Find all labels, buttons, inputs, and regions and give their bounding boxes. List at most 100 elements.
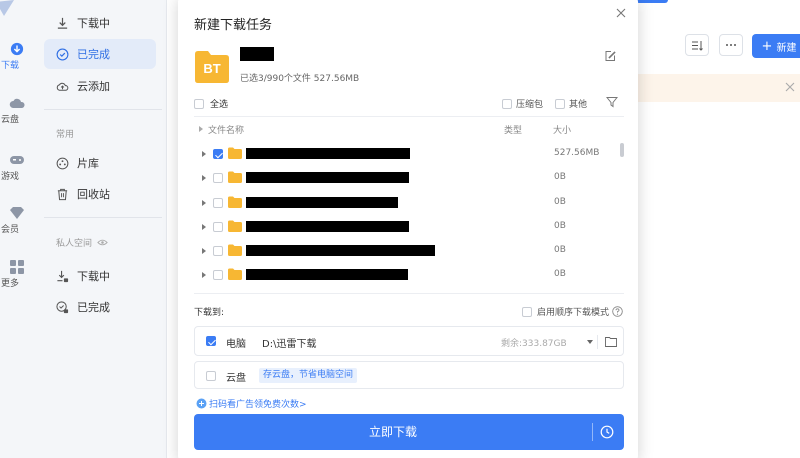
file-checkbox[interactable] xyxy=(213,198,223,208)
filter-compressed-checkbox[interactable] xyxy=(502,98,512,109)
download-path[interactable]: D:\迅雷下载 xyxy=(262,335,316,350)
expand-caret-icon[interactable] xyxy=(202,200,206,206)
nav-item-private-completed[interactable]: 已完成 xyxy=(44,292,156,322)
check-circle-icon xyxy=(56,48,69,60)
expand-caret-icon[interactable] xyxy=(202,248,206,254)
cloud-tag: 存云盘，节省电脑空间 xyxy=(259,368,358,383)
file-checkbox[interactable] xyxy=(213,246,223,256)
lock-check-icon xyxy=(56,300,69,313)
nav-item-completed[interactable]: 已完成 xyxy=(44,39,156,69)
chevron-down-icon[interactable] xyxy=(587,340,593,344)
folder-icon xyxy=(228,196,242,208)
bt-folder-icon: BT xyxy=(194,48,230,84)
nav-divider xyxy=(44,217,162,218)
download-now-button[interactable]: 立即下载 xyxy=(194,414,624,450)
expand-caret-icon[interactable] xyxy=(202,272,206,278)
free-space: 剩余:333.87GB xyxy=(501,339,567,349)
file-size: 527.56MB xyxy=(554,148,600,158)
edit-icon[interactable] xyxy=(604,50,616,62)
scrollbar[interactable] xyxy=(620,143,624,157)
folder-browse-icon[interactable] xyxy=(605,336,617,347)
pc-target-checkbox[interactable] xyxy=(206,336,216,346)
file-name-redacted xyxy=(246,197,398,208)
diamond-icon xyxy=(10,207,24,219)
download-target-pc[interactable]: 电脑 D:\迅雷下载 剩余:333.87GB xyxy=(194,326,624,356)
scan-ad-label: 扫码看广告领免费次数> xyxy=(209,400,307,410)
column-header-type: 类型 xyxy=(504,126,523,136)
filter-compressed[interactable]: 压缩包 xyxy=(502,97,543,110)
file-checkbox[interactable] xyxy=(213,270,223,280)
expand-caret-icon[interactable] xyxy=(202,224,206,230)
rail-item-cloud[interactable]: 云盘 xyxy=(0,96,34,125)
film-reel-icon xyxy=(56,157,69,169)
file-size: 0B xyxy=(554,172,566,182)
download-target-cloud[interactable]: 云盘 存云盘，节省电脑空间 xyxy=(194,361,624,389)
grid-icon xyxy=(10,260,24,274)
more-options-button[interactable] xyxy=(719,34,743,56)
more-dots-icon xyxy=(726,44,736,46)
rail-label: 会员 xyxy=(0,225,19,235)
nav-item-cloud-add[interactable]: 云添加 xyxy=(44,71,156,101)
file-row[interactable]: 0B xyxy=(194,215,614,239)
download-to-label: 下载到: xyxy=(194,308,225,318)
lock-download-icon xyxy=(57,270,69,282)
trash-icon xyxy=(57,188,68,200)
file-checkbox[interactable] xyxy=(213,222,223,232)
sequential-download-option[interactable]: 启用顺序下载模式 xyxy=(522,305,623,318)
rail-item-more[interactable]: 更多 xyxy=(0,260,34,289)
rail-label: 下载 xyxy=(0,61,19,71)
nav-item-downloading[interactable]: 下载中 xyxy=(44,8,156,38)
close-icon[interactable] xyxy=(616,8,626,18)
new-task-button[interactable]: + 新建 xyxy=(752,34,800,58)
select-all-checkbox[interactable] xyxy=(194,98,204,109)
rail-item-vip[interactable]: 会员 xyxy=(0,206,34,235)
nav-item-recycle-bin[interactable]: 回收站 xyxy=(44,179,156,209)
file-row[interactable]: 0B xyxy=(194,263,614,287)
cloud-icon xyxy=(9,98,25,108)
close-icon[interactable] xyxy=(785,82,795,92)
file-name-redacted xyxy=(246,221,409,232)
gamepad-icon xyxy=(10,156,24,164)
folder-icon xyxy=(228,171,242,183)
nav-item-film-library[interactable]: 片库 xyxy=(44,148,156,178)
select-all-toggle[interactable]: 全选 xyxy=(194,97,228,110)
file-row[interactable]: 0B xyxy=(194,191,614,215)
clock-icon[interactable] xyxy=(600,425,614,439)
file-row[interactable]: 0B xyxy=(194,166,614,190)
filter-other-checkbox[interactable] xyxy=(555,98,565,109)
filter-other[interactable]: 其他 xyxy=(555,97,587,110)
nav-group-private: 私人空间 xyxy=(56,236,108,249)
dialog-title: 新建下载任务 xyxy=(194,18,273,33)
app-logo-icon xyxy=(0,0,14,16)
scan-ad-link[interactable]: 扫码看广告领免费次数> xyxy=(196,397,307,410)
filter-icon[interactable] xyxy=(606,96,618,108)
help-icon[interactable] xyxy=(612,306,623,317)
nav-item-private-downloading[interactable]: 下载中 xyxy=(44,261,156,291)
new-download-dialog: 新建下载任务 BT 已选3/990个文件 527.56MB 全选 压缩包 其他 … xyxy=(178,0,638,458)
nav-sidebar: 下载中 已完成 云添加 常用 片库 回收站 私人空间 下载中 已完成 xyxy=(34,0,167,458)
eye-icon[interactable] xyxy=(97,238,108,247)
nav-item-label: 下载中 xyxy=(77,270,110,283)
column-header-size: 大小 xyxy=(553,126,572,136)
rail-item-games[interactable]: 游戏 xyxy=(0,153,34,182)
sequential-download-checkbox[interactable] xyxy=(522,306,532,317)
nav-divider xyxy=(44,109,162,110)
notice-bar xyxy=(638,74,800,102)
file-table: 文件名称 类型 大小 527.56MB 0B 0B 0B 0B 0B xyxy=(194,116,624,294)
nav-group-private-label: 私人空间 xyxy=(56,239,93,249)
rail-item-download[interactable]: 下载 xyxy=(0,42,34,71)
file-checkbox[interactable] xyxy=(213,149,223,159)
file-checkbox[interactable] xyxy=(213,173,223,183)
sort-icon xyxy=(692,40,703,51)
download-now-label: 立即下载 xyxy=(368,425,417,439)
expand-caret-icon[interactable] xyxy=(202,175,206,181)
file-row[interactable]: 0B xyxy=(194,239,614,263)
file-name-redacted xyxy=(246,245,435,256)
sort-button[interactable] xyxy=(685,34,709,56)
cloud-target-checkbox[interactable] xyxy=(206,371,216,381)
file-row[interactable]: 527.56MB xyxy=(194,142,614,166)
expand-caret-icon[interactable] xyxy=(202,151,206,157)
folder-icon xyxy=(228,147,242,159)
rail-label: 游戏 xyxy=(0,172,19,182)
file-size: 0B xyxy=(554,245,566,255)
